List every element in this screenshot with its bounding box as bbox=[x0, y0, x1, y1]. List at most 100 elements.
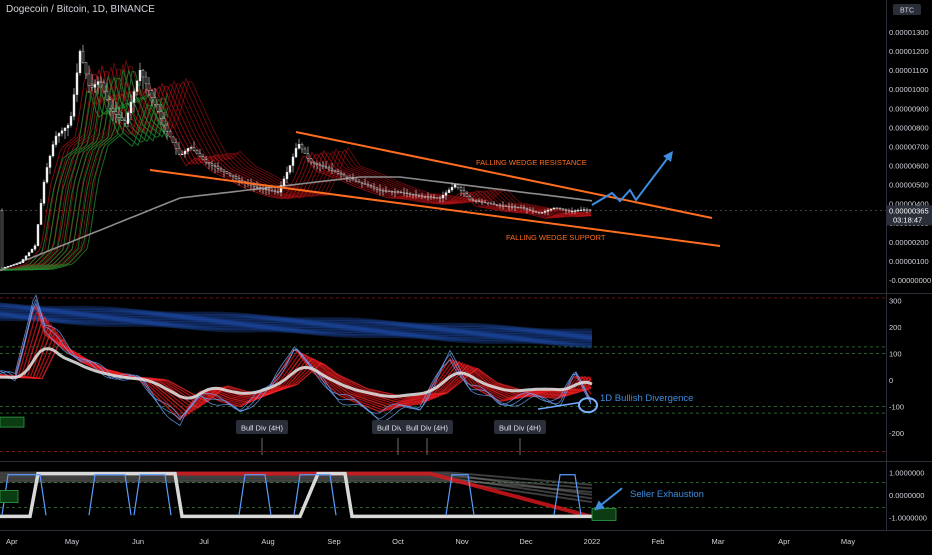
price-candle-body bbox=[267, 189, 271, 191]
price-candle-body bbox=[429, 196, 433, 198]
price-candle-body bbox=[300, 144, 304, 150]
price-candle-body bbox=[450, 187, 454, 191]
price-candle-body bbox=[195, 150, 199, 154]
price-candle-body bbox=[540, 212, 544, 214]
price-candle-body bbox=[162, 118, 166, 126]
osc-tick-label: 0 bbox=[889, 376, 893, 385]
price-candle-body bbox=[6, 266, 10, 268]
price-candle-body bbox=[21, 259, 25, 264]
price-candle-body bbox=[552, 207, 556, 210]
price-candle-body bbox=[264, 188, 268, 191]
price-candle-body bbox=[405, 192, 409, 195]
price-candle-body bbox=[357, 180, 361, 183]
time-axis-label: Apr bbox=[6, 537, 18, 546]
price-candle-body bbox=[0, 210, 4, 269]
price-candle-body bbox=[114, 111, 118, 115]
price-candle-body bbox=[285, 172, 289, 180]
price-candle-body bbox=[345, 175, 349, 178]
seller-exhaustion-arrow bbox=[594, 487, 623, 511]
price-candle-body bbox=[237, 178, 241, 181]
price-candle-body bbox=[486, 202, 490, 204]
price-candle-body bbox=[576, 210, 580, 212]
price-candle-body bbox=[420, 195, 424, 197]
chart-stage: FALLING WEDGE RESISTANCE FALLING WEDGE SU… bbox=[0, 0, 932, 550]
price-candle-body bbox=[138, 69, 142, 82]
bull-div-label: Bull Div (4H) bbox=[406, 424, 449, 433]
price-candle-body bbox=[501, 205, 505, 207]
price-candle-body bbox=[414, 194, 418, 196]
bullish-divergence-label: 1D Bullish Divergence bbox=[600, 393, 693, 404]
price-candle-body bbox=[528, 209, 532, 211]
chart-canvas[interactable]: FALLING WEDGE RESISTANCE FALLING WEDGE SU… bbox=[0, 0, 932, 550]
time-axis-label: Nov bbox=[455, 537, 469, 546]
projection-arrow bbox=[591, 151, 674, 206]
price-candle-body bbox=[306, 153, 310, 159]
price-candle-body bbox=[531, 210, 535, 212]
price-candle-body bbox=[324, 166, 328, 169]
price-candle-body bbox=[144, 76, 148, 85]
price-candle-body bbox=[129, 102, 133, 114]
price-candle-body bbox=[327, 167, 331, 170]
time-axis-label: Apr bbox=[778, 537, 790, 546]
price-candle-body bbox=[435, 197, 439, 199]
price-candle-body bbox=[132, 91, 136, 103]
price-candle-body bbox=[522, 207, 526, 209]
price-candle-body bbox=[561, 208, 565, 210]
price-candle-body bbox=[54, 135, 58, 145]
price-candle-body bbox=[108, 99, 112, 109]
price-candle-body bbox=[453, 184, 457, 188]
price-candle-body bbox=[141, 69, 145, 78]
price-candle-body bbox=[126, 112, 130, 124]
time-axis-label: May bbox=[65, 537, 79, 546]
time-axis-label: Feb bbox=[652, 537, 665, 546]
price-candle-body bbox=[363, 183, 367, 185]
price-candle-body bbox=[225, 171, 229, 174]
price-candle-body bbox=[396, 191, 400, 193]
price-candle-body bbox=[210, 163, 214, 166]
price-candle-body bbox=[87, 73, 91, 86]
price-candle-body bbox=[573, 210, 577, 212]
price-candle-body bbox=[375, 187, 379, 190]
price-candle-body bbox=[45, 167, 49, 183]
price-candle-body bbox=[366, 184, 370, 186]
price-candle-body bbox=[297, 144, 301, 149]
price-candle-body bbox=[369, 185, 373, 188]
price-candle-body bbox=[189, 147, 193, 149]
price-candle-body bbox=[213, 165, 217, 168]
price-candle-body bbox=[504, 205, 508, 207]
price-candle-body bbox=[255, 185, 259, 188]
range-tick-label: 0.0000000 bbox=[889, 491, 924, 500]
price-candle-body bbox=[339, 172, 343, 175]
price-candle-body bbox=[447, 189, 451, 193]
price-tick-label: 0.00000800 bbox=[889, 123, 929, 132]
price-candle-body bbox=[582, 209, 586, 211]
price-candle-body bbox=[303, 148, 307, 154]
range-tick-label: -1.0000000 bbox=[889, 514, 927, 523]
price-candle-body bbox=[192, 147, 196, 151]
time-axis-label: Aug bbox=[261, 537, 274, 546]
price-candle-body bbox=[222, 169, 226, 172]
osc-tick-label: 200 bbox=[889, 323, 902, 332]
price-candle-body bbox=[63, 127, 67, 131]
price-candle-body bbox=[456, 184, 460, 188]
price-candle-body bbox=[60, 130, 64, 134]
time-axis-label: Oct bbox=[392, 537, 405, 546]
price-candle-body bbox=[168, 130, 172, 138]
price-candle-body bbox=[315, 163, 319, 165]
price-candle-body bbox=[489, 203, 493, 205]
price-tick-label: 0.00000700 bbox=[889, 142, 929, 151]
price-candle-body bbox=[96, 81, 100, 85]
price-candle-body bbox=[411, 193, 415, 196]
price-candle-body bbox=[384, 190, 388, 192]
price-candle-body bbox=[30, 248, 34, 253]
price-candle-body bbox=[408, 193, 412, 195]
price-candle-body bbox=[258, 187, 262, 189]
price-candle-body bbox=[288, 165, 292, 173]
price-ribbon-green bbox=[0, 68, 169, 270]
price-candle-body bbox=[270, 190, 274, 192]
osc-tick-label: -200 bbox=[889, 429, 904, 438]
price-tick-label: 0.00000900 bbox=[889, 104, 929, 113]
price-candle-body bbox=[309, 158, 313, 163]
price-candle-body bbox=[423, 196, 427, 198]
price-candle-body bbox=[78, 50, 82, 74]
